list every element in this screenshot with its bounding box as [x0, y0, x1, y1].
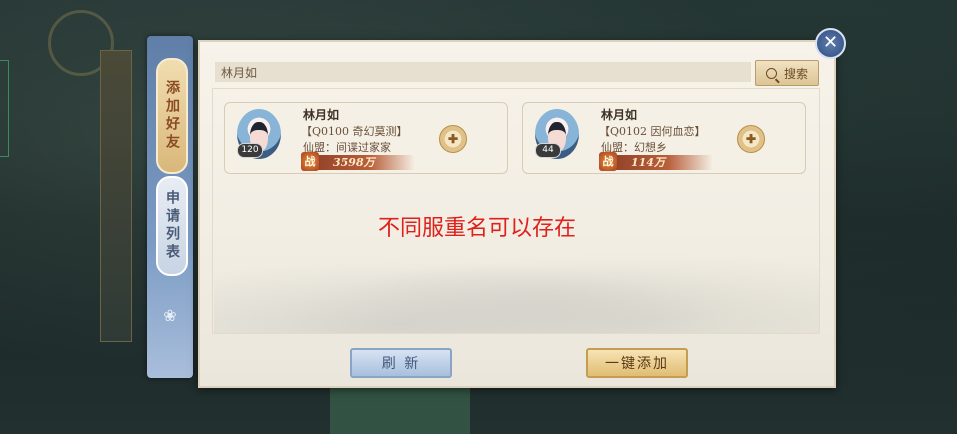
- level-badge: 120: [237, 143, 263, 158]
- side-tab-column: 添加好友 申请列表 ❀: [147, 36, 193, 378]
- search-icon: [765, 67, 777, 79]
- refresh-button[interactable]: 刷 新: [350, 348, 452, 378]
- player-server: 【Q0100 奇幻莫测】: [301, 125, 408, 138]
- combat-icon: 战: [599, 152, 617, 171]
- search-input[interactable]: [215, 62, 751, 82]
- add-all-button[interactable]: 一键添加: [586, 348, 688, 378]
- left-edge-frame: [0, 60, 9, 157]
- player-card: 44 林月如 【Q0102 因何血恋】 仙盟：幻想乡 战 114万 ✚: [522, 102, 806, 174]
- tab-add-friend[interactable]: 添加好友: [156, 58, 188, 174]
- combat-power-value: 3598万: [333, 156, 375, 169]
- annotation-note: 不同服重名可以存在: [378, 216, 577, 241]
- combat-power-value: 114万: [631, 156, 665, 169]
- player-name: 林月如: [601, 108, 638, 122]
- combat-power: 战 114万: [599, 152, 713, 171]
- background-banner: [100, 50, 132, 342]
- lotus-icon: ❀: [163, 306, 177, 325]
- add-friend-button[interactable]: ✚: [737, 125, 765, 153]
- level-badge: 44: [535, 143, 561, 158]
- add-friend-panel: 搜索 120 林月如 【Q0100 奇幻莫测】 仙盟：间谍过家家 战 3598万…: [198, 40, 836, 388]
- tab-request-list[interactable]: 申请列表: [156, 176, 188, 276]
- close-icon[interactable]: ✕: [815, 28, 846, 59]
- player-name: 林月如: [303, 108, 340, 122]
- combat-power: 战 3598万: [301, 152, 415, 171]
- player-server: 【Q0102 因何血恋】: [599, 125, 706, 138]
- search-button-label: 搜索: [783, 66, 808, 81]
- player-card: 120 林月如 【Q0100 奇幻莫测】 仙盟：间谍过家家 战 3598万 ✚: [224, 102, 508, 174]
- combat-icon: 战: [301, 152, 319, 171]
- add-friend-button[interactable]: ✚: [439, 125, 467, 153]
- search-button[interactable]: 搜索: [755, 60, 819, 86]
